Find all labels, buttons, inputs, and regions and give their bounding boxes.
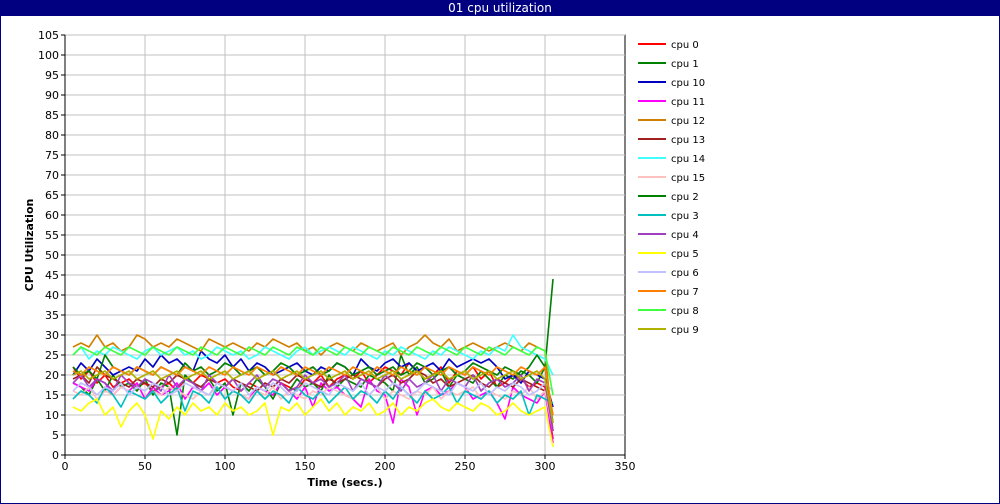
legend-label: cpu 12 [671, 116, 705, 127]
legend-label: cpu 7 [671, 287, 699, 298]
legend-item: cpu 10 [638, 78, 705, 89]
legend-label: cpu 15 [671, 173, 705, 184]
legend-item: cpu 3 [638, 211, 699, 222]
legend-item: cpu 12 [638, 116, 705, 127]
y-tick-label: 60 [45, 209, 59, 222]
legend-item: cpu 5 [638, 249, 699, 260]
legend-label: cpu 5 [671, 249, 699, 260]
y-tick-label: 95 [45, 69, 59, 82]
y-tick-label: 15 [45, 389, 59, 402]
y-tick-label: 90 [45, 89, 59, 102]
legend-item: cpu 4 [638, 230, 699, 241]
x-tick-label: 350 [615, 460, 636, 473]
x-tick-label: 50 [138, 460, 152, 473]
legend-item: cpu 13 [638, 135, 705, 146]
y-tick-label: 5 [52, 429, 59, 442]
y-tick-label: 20 [45, 369, 59, 382]
legend-label: cpu 0 [671, 40, 699, 51]
y-tick-label: 70 [45, 169, 59, 182]
x-tick-label: 250 [455, 460, 476, 473]
x-axis-label: Time (secs.) [307, 476, 382, 489]
legend-item: cpu 7 [638, 287, 699, 298]
legend-label: cpu 4 [671, 230, 699, 241]
legend-label: cpu 6 [671, 268, 699, 279]
legend-label: cpu 11 [671, 97, 705, 108]
legend-label: cpu 1 [671, 59, 699, 70]
legend-label: cpu 9 [671, 325, 699, 336]
y-tick-label: 65 [45, 189, 59, 202]
y-tick-label: 45 [45, 269, 59, 282]
y-axis-label: CPU Utilization [23, 199, 36, 292]
legend-label: cpu 2 [671, 192, 699, 203]
legend-item: cpu 9 [638, 325, 699, 336]
y-tick-label: 85 [45, 109, 59, 122]
x-tick-label: 100 [215, 460, 236, 473]
x-tick-label: 150 [295, 460, 316, 473]
y-tick-label: 10 [45, 409, 59, 422]
x-tick-label: 300 [535, 460, 556, 473]
legend-item: cpu 8 [638, 306, 699, 317]
legend-item: cpu 1 [638, 59, 699, 70]
legend-item: cpu 0 [638, 40, 699, 51]
legend-item: cpu 11 [638, 97, 705, 108]
y-tick-label: 105 [38, 29, 59, 42]
x-tick-label: 0 [62, 460, 69, 473]
legend-label: cpu 10 [671, 78, 705, 89]
legend-label: cpu 8 [671, 306, 699, 317]
legend-item: cpu 15 [638, 173, 705, 184]
y-tick-label: 55 [45, 229, 59, 242]
legend-item: cpu 6 [638, 268, 699, 279]
legend-item: cpu 2 [638, 192, 699, 203]
y-tick-label: 0 [52, 449, 59, 462]
legend: cpu 0 cpu 1 cpu 10 cpu 11 cpu 12 cpu 13 cpu 14… [638, 40, 705, 336]
y-tick-label: 30 [45, 329, 59, 342]
x-tick-label: 200 [375, 460, 396, 473]
y-tick-label: 50 [45, 249, 59, 262]
legend-label: cpu 13 [671, 135, 705, 146]
y-tick-label: 40 [45, 289, 59, 302]
cpu-utilization-chart: 0 5 10 15 20 25 30 35 40 45 50 55 60 65 70 75 80 85 90 95 10… [23, 29, 705, 489]
legend-label: cpu 3 [671, 211, 699, 222]
y-tick-label: 35 [45, 309, 59, 322]
y-tick-label: 80 [45, 129, 59, 142]
legend-item: cpu 14 [638, 154, 705, 165]
y-tick-label: 75 [45, 149, 59, 162]
legend-label: cpu 14 [671, 154, 705, 165]
y-tick-label: 25 [45, 349, 59, 362]
y-tick-label: 100 [38, 49, 59, 62]
